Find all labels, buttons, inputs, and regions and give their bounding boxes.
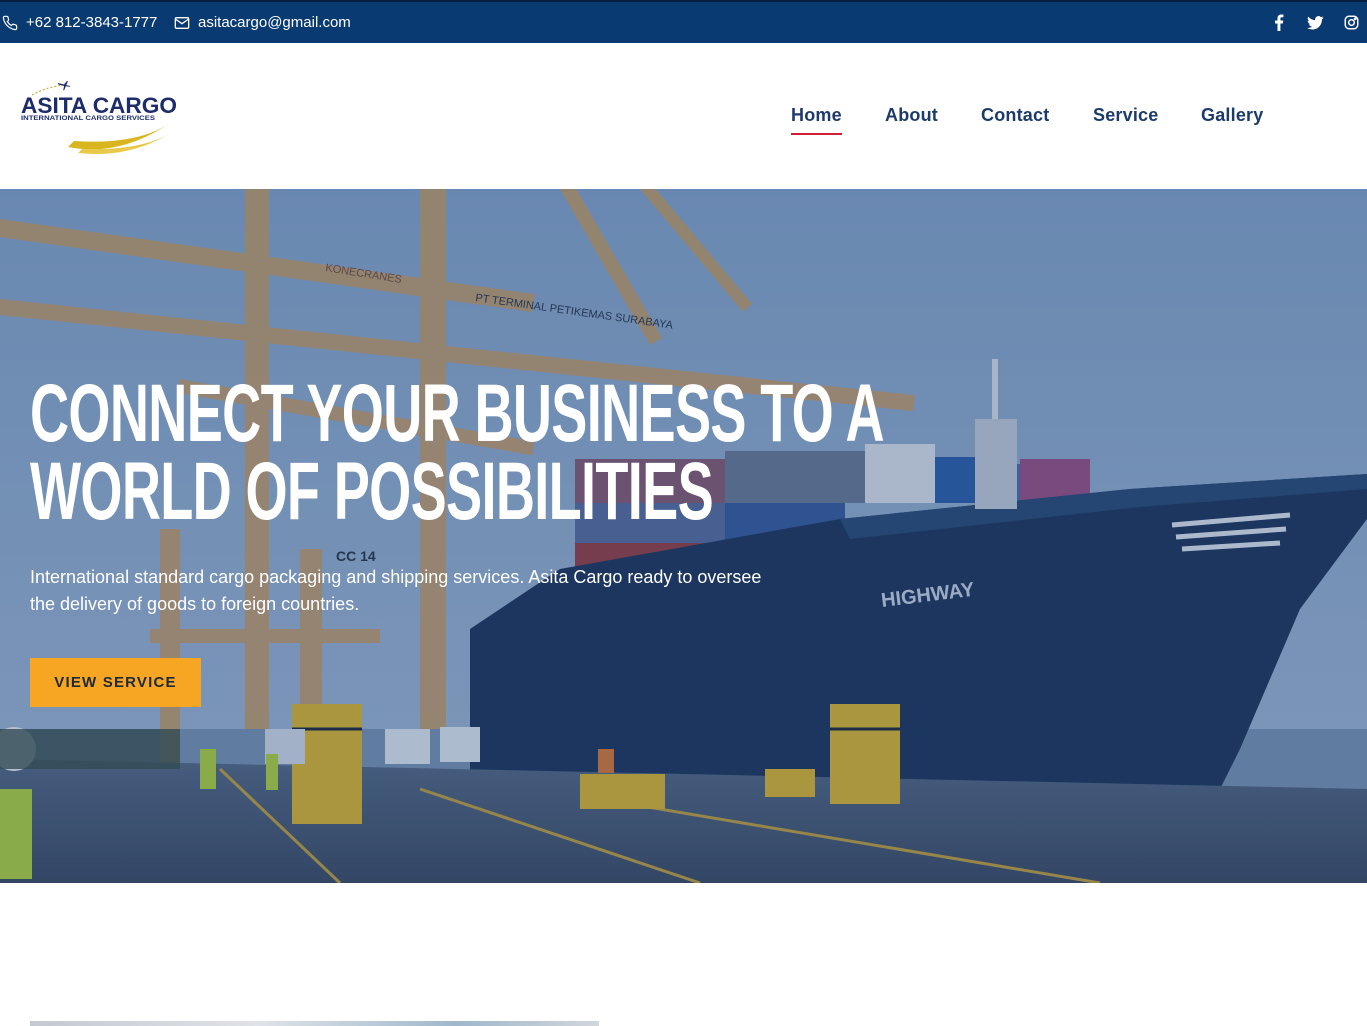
top-bar: +62 812-3843-1777 asitacargo@gmail.com (0, 0, 1367, 43)
phone-icon (2, 15, 18, 31)
nav-home[interactable]: Home (791, 105, 842, 135)
email-address: asitacargo@gmail.com (198, 14, 351, 31)
email-contact[interactable]: asitacargo@gmail.com (174, 2, 351, 43)
nav-contact[interactable]: Contact (981, 105, 1049, 126)
phone-contact[interactable]: +62 812-3843-1777 (2, 2, 157, 43)
site-header: ASITA CARGO INTERNATIONAL CARGO SERVICES… (0, 43, 1367, 189)
facebook-icon[interactable] (1269, 13, 1289, 33)
next-section-image-edge (30, 1021, 599, 1026)
view-service-button[interactable]: VIEW SERVICE (30, 658, 201, 707)
social-links (1269, 2, 1361, 43)
hero-title-line-2: WORLD OF POSSIBILITIES (30, 446, 714, 537)
instagram-icon[interactable] (1341, 13, 1361, 33)
nav-gallery[interactable]: Gallery (1201, 105, 1263, 126)
nav-service[interactable]: Service (1093, 105, 1158, 126)
hero-banner: PT TERMINAL PETIKEMAS SURABAYA KONECRANE… (0, 189, 1367, 883)
main-navigation: Home About Contact Service Gallery (0, 43, 1367, 189)
hero-description: International standard cargo packaging a… (30, 567, 762, 614)
envelope-icon (174, 16, 190, 30)
phone-number: +62 812-3843-1777 (26, 14, 158, 31)
hero-title: CONNECT YOUR BUSINESS TO A WORLD OF POSS… (30, 373, 885, 533)
nav-about[interactable]: About (885, 105, 938, 126)
twitter-icon[interactable] (1305, 13, 1325, 33)
